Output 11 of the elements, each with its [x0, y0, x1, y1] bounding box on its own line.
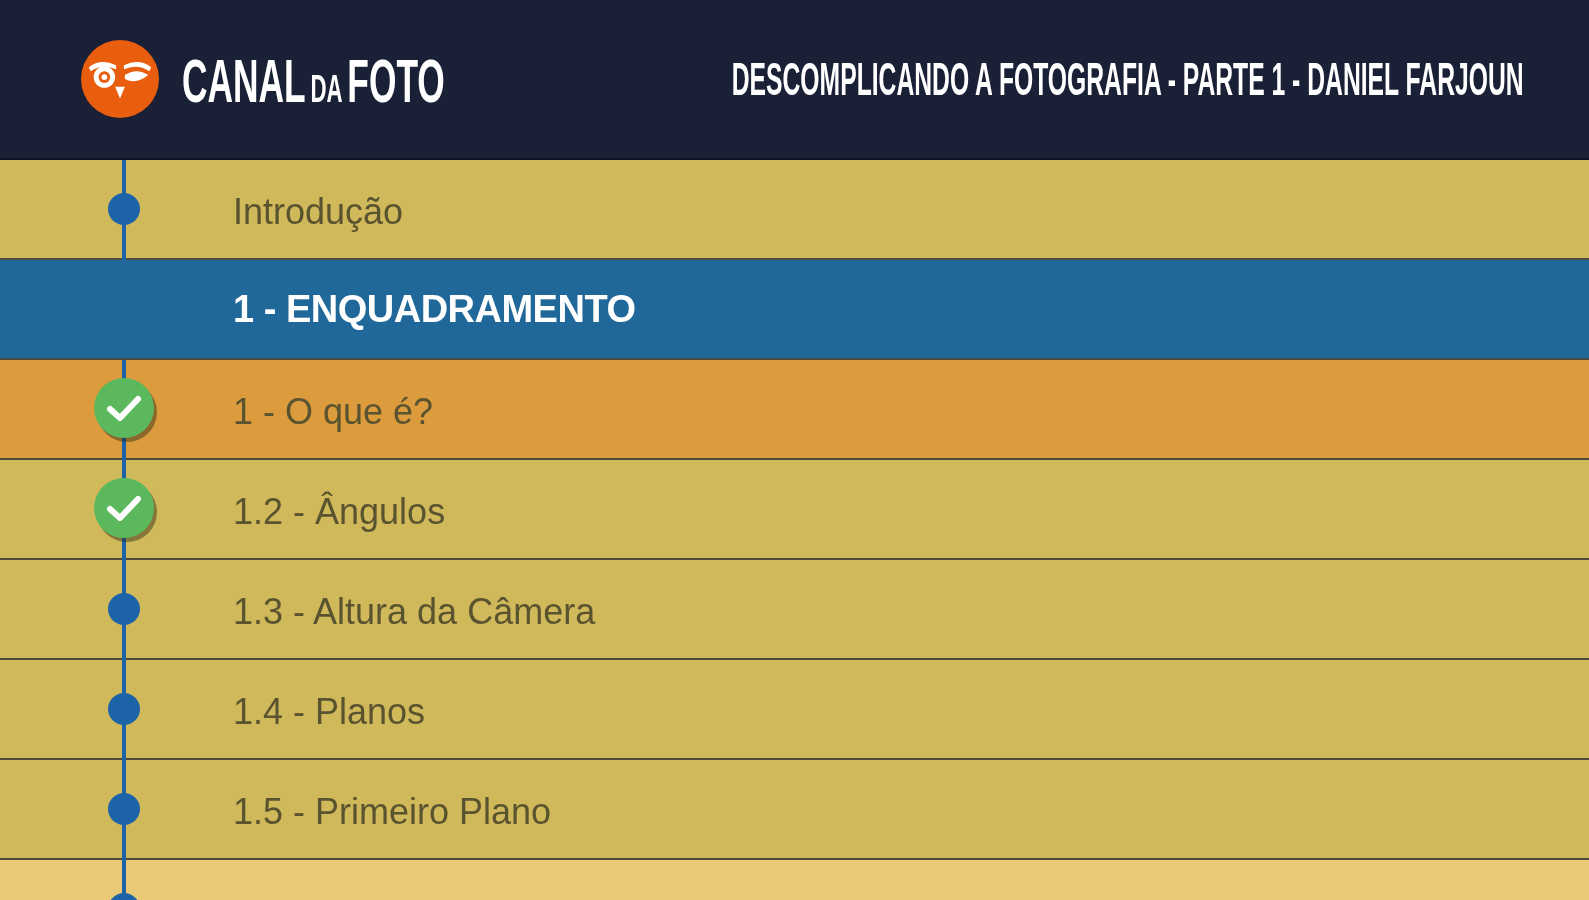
owl-logo-icon: [81, 40, 159, 118]
lesson-row[interactable]: 1.4 - Planos: [0, 660, 1589, 760]
brand-name: CANALDAFOTO: [182, 50, 445, 112]
lesson-row[interactable]: [0, 860, 1589, 900]
lesson-row[interactable]: 1.2 - Ângulos: [0, 460, 1589, 560]
video-title: DESCOMPLICANDO A FOTOGRAFIA - PARTE 1 - DANIEL FARJOUN: [732, 56, 1524, 102]
lesson-row[interactable]: 1.5 - Primeiro Plano: [0, 760, 1589, 860]
lesson-row[interactable]: Introdução: [0, 160, 1589, 260]
lesson-row[interactable]: 1 - O que é?: [0, 360, 1589, 460]
lesson-row[interactable]: 1.3 - Altura da Câmera: [0, 560, 1589, 660]
section-header: 1 - ENQUADRAMENTO: [0, 260, 1589, 360]
